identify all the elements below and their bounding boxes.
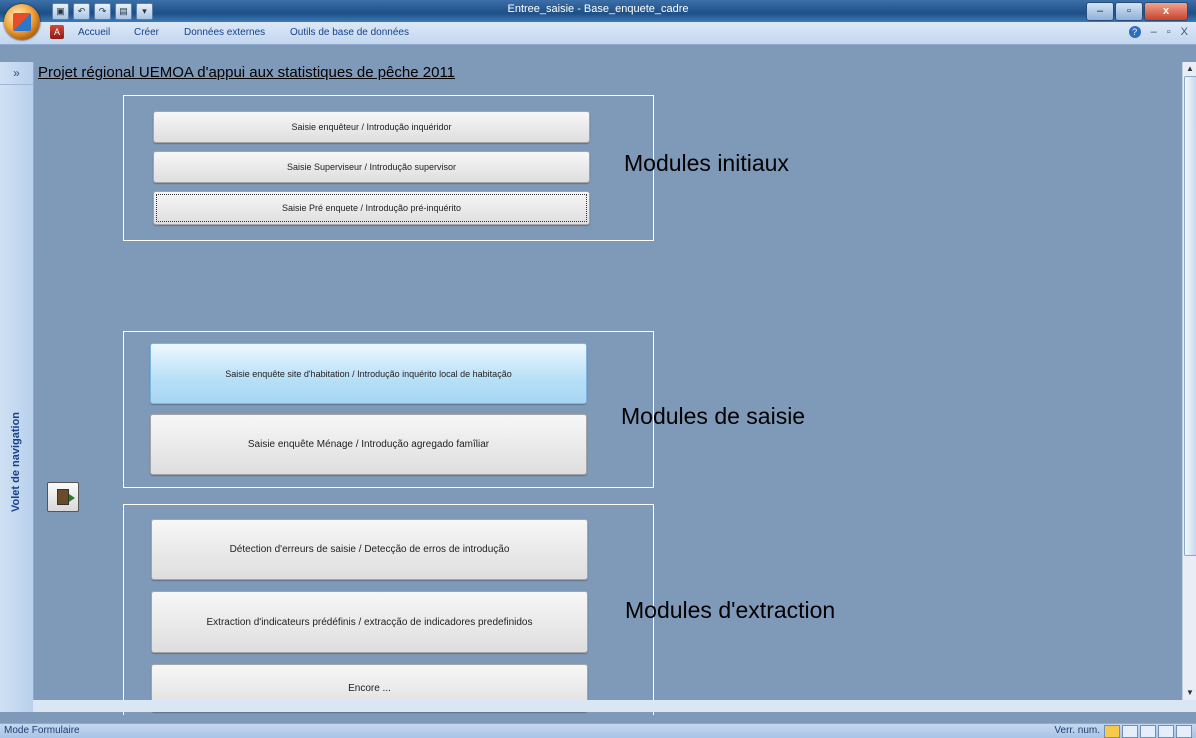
- status-bar: Mode Formulaire Verr. num.: [0, 723, 1196, 738]
- maximize-button[interactable]: ▫: [1115, 2, 1143, 21]
- form-view-icon[interactable]: [1104, 725, 1120, 738]
- layout-view-icon[interactable]: [1176, 725, 1192, 738]
- scrollbar-thumb[interactable]: [1184, 76, 1196, 556]
- detection-erreurs-button[interactable]: Détection d'erreurs de saisie / Detecção…: [151, 519, 588, 580]
- modules-extraction-label: Modules d'extraction: [625, 597, 836, 623]
- tab-accueil[interactable]: Accueil: [78, 27, 110, 38]
- office-logo-icon: [13, 13, 31, 31]
- datasheet-view-icon[interactable]: [1122, 725, 1138, 738]
- ribbon-window-controls: ? – ▫ X: [1128, 26, 1188, 38]
- pivot-chart-view-icon[interactable]: [1158, 725, 1174, 738]
- close-button[interactable]: x: [1144, 2, 1188, 21]
- exit-button[interactable]: [47, 482, 79, 512]
- saisie-menage-button[interactable]: Saisie enquête Ménage / Introdução agreg…: [150, 414, 587, 475]
- doc-minimize-icon[interactable]: –: [1151, 26, 1157, 38]
- window-controls: – ▫ x: [1086, 2, 1188, 21]
- scroll-down-icon[interactable]: ▼: [1183, 686, 1196, 700]
- help-icon[interactable]: ?: [1128, 26, 1141, 38]
- status-numlock: Verr. num.: [1054, 725, 1100, 736]
- pivot-table-view-icon[interactable]: [1140, 725, 1156, 738]
- office-button[interactable]: [4, 4, 40, 40]
- tab-outils-base-donnees[interactable]: Outils de base de données: [290, 27, 409, 38]
- tab-creer[interactable]: Créer: [134, 27, 159, 38]
- doc-close-icon[interactable]: X: [1181, 26, 1188, 38]
- access-icon: A: [50, 25, 64, 39]
- view-switcher: [1104, 725, 1192, 738]
- expand-nav-icon[interactable]: »: [0, 62, 33, 85]
- minimize-button[interactable]: –: [1086, 2, 1114, 21]
- modules-initiaux-label: Modules initiaux: [624, 150, 789, 176]
- title-bar: ▣ ↶ ↷ ▤ ▾ Entree_saisie - Base_enquete_c…: [0, 0, 1196, 22]
- tab-donnees-externes[interactable]: Données externes: [184, 27, 265, 38]
- saisie-enqueteur-button[interactable]: Saisie enquêteur / Introdução inquéridor: [153, 111, 590, 143]
- vertical-scrollbar[interactable]: ▲ ▼: [1182, 62, 1196, 700]
- ribbon: A Accueil Créer Données externes Outils …: [0, 22, 1196, 45]
- horizontal-scroll-area: [33, 700, 1196, 712]
- extraction-indicateurs-button[interactable]: Extraction d'indicateurs prédéfinis / ex…: [151, 591, 588, 653]
- exit-door-icon: [57, 489, 75, 505]
- navigation-pane-label: Volet de navigation: [10, 411, 22, 513]
- form-title: Projet régional UEMOA d'appui aux statis…: [38, 64, 456, 81]
- saisie-site-habitation-button[interactable]: Saisie enquête site d'habitation / Intro…: [150, 343, 587, 404]
- modules-de-saisie-label: Modules de saisie: [621, 403, 806, 429]
- saisie-pre-enquete-button[interactable]: Saisie Pré enquete / Introdução pré-inqu…: [153, 191, 590, 225]
- scroll-up-icon[interactable]: ▲: [1183, 62, 1196, 76]
- window-title: Entree_saisie - Base_enquete_cadre: [507, 3, 689, 15]
- navigation-pane[interactable]: » Volet de navigation: [0, 62, 34, 712]
- saisie-superviseur-button[interactable]: Saisie Superviseur / Introdução supervis…: [153, 151, 590, 183]
- doc-restore-icon[interactable]: ▫: [1167, 26, 1171, 38]
- status-mode: Mode Formulaire: [4, 725, 80, 736]
